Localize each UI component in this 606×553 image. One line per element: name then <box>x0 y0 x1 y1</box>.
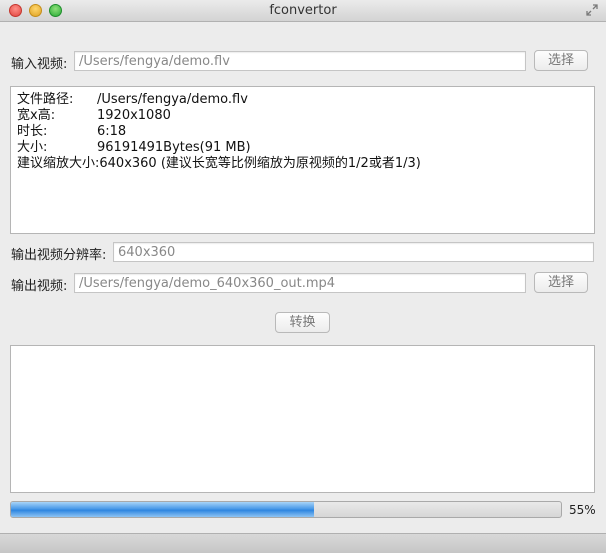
info-key: 时长: <box>17 124 48 139</box>
info-row-suggestion: 建议缩放大小:640x360 (建议长宽等比例缩放为原视频的1/2或者1/3) <box>17 156 588 172</box>
info-key: 大小: <box>17 140 48 155</box>
progress-bar <box>10 501 562 518</box>
input-video-field[interactable] <box>74 51 526 71</box>
output-resolution-label: 输出视频分辨率: <box>11 248 107 263</box>
suggested-size-text: 建议缩放大小:640x360 (建议长宽等比例缩放为原视频的1/2或者1/3) <box>17 156 421 171</box>
info-row-path: 文件路径: /Users/fengya/demo.flv <box>17 92 588 108</box>
status-bar <box>0 533 606 553</box>
output-resolution-field[interactable] <box>113 242 594 262</box>
info-value: 1920x1080 <box>97 108 171 123</box>
info-row-duration: 时长: 6:18 <box>17 124 588 140</box>
title-bar: fconvertor <box>0 0 606 22</box>
convert-button[interactable]: 转换 <box>275 312 330 333</box>
fullscreen-icon[interactable] <box>585 4 599 18</box>
choose-output-button[interactable]: 选择 <box>534 272 588 293</box>
output-video-label: 输出视频: <box>11 279 68 294</box>
progress-bar-fill <box>11 502 314 517</box>
info-key: 文件路径: <box>17 92 74 107</box>
output-video-field[interactable] <box>74 273 526 293</box>
info-key: 宽x高: <box>17 108 56 123</box>
input-video-label: 输入视频: <box>11 57 68 72</box>
conversion-log-area[interactable] <box>10 345 595 493</box>
window-title: fconvertor <box>269 3 337 18</box>
choose-input-button[interactable]: 选择 <box>534 50 588 71</box>
video-info-panel: 文件路径: /Users/fengya/demo.flv 宽x高: 1920x1… <box>10 86 595 234</box>
info-value: 6:18 <box>97 124 127 139</box>
info-row-size: 大小: 96191491Bytes(91 MB) <box>17 140 588 156</box>
progress-percent: 55% <box>569 503 596 517</box>
info-row-dimensions: 宽x高: 1920x1080 <box>17 108 588 124</box>
info-value: /Users/fengya/demo.flv <box>97 92 248 107</box>
info-value: 96191491Bytes(91 MB) <box>97 140 251 155</box>
fullscreen-arrows-icon <box>586 4 598 16</box>
